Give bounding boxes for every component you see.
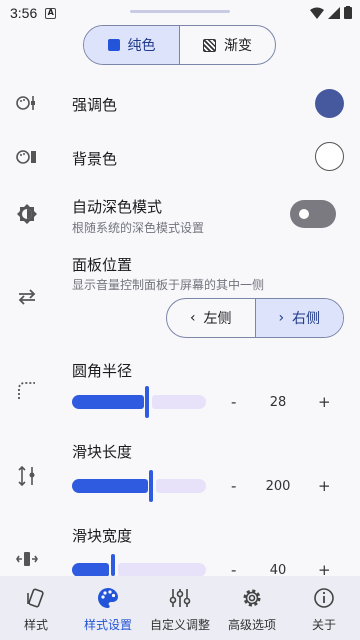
tab-gradient-label: 渐变: [224, 38, 252, 54]
nav-about-label: 关于: [311, 617, 336, 632]
nav-custom-adjust[interactable]: 自定义调整: [144, 576, 216, 640]
swap-arrows-icon: [16, 286, 38, 308]
slider-fill: [72, 479, 148, 493]
chevron-left-icon: ‹: [189, 310, 196, 326]
nav-style[interactable]: 样式: [0, 576, 72, 640]
slider-fill: [72, 563, 109, 577]
status-bar: 3:56 A: [0, 0, 360, 26]
palette-fill-icon: [16, 146, 38, 168]
left-side-button[interactable]: ‹ 左侧: [167, 299, 256, 337]
gradient-icon: [203, 38, 216, 52]
nav-advanced-label: 高级选项: [227, 617, 276, 632]
dark-mode-switch[interactable]: [290, 200, 336, 228]
gear-icon: [228, 584, 276, 612]
panel-position-sub: 显示音量控制面板于屏幕的其中一侧: [72, 278, 265, 292]
battery-icon: [344, 6, 352, 19]
nav-about[interactable]: 关于: [288, 576, 360, 640]
slider-track: [118, 563, 206, 577]
tab-solid-label: 纯色: [127, 38, 156, 54]
scroll-indicator: [130, 10, 230, 13]
bottom-navigation: 样式 样式设置 自定义调整 高级选项 关于: [0, 576, 360, 640]
slider-thumb[interactable]: [149, 470, 153, 502]
corner-radius-label: 圆角半径: [72, 362, 133, 380]
nav-advanced[interactable]: 高级选项: [216, 576, 288, 640]
signal-icon: [328, 6, 340, 19]
panel-position-label: 面板位置: [72, 256, 133, 274]
palette-icon: [84, 584, 132, 612]
slider-length-minus[interactable]: -: [231, 477, 236, 495]
background-color-label: 背景色: [72, 150, 118, 168]
nav-style-settings[interactable]: 样式设置: [72, 576, 144, 640]
palette-slider-icon: [16, 92, 38, 114]
background-color-swatch[interactable]: [315, 142, 344, 171]
corner-radius-minus[interactable]: -: [231, 393, 236, 411]
width-icon: [16, 548, 38, 570]
chevron-right-icon: ›: [278, 310, 285, 326]
corner-radius-value: 28: [269, 395, 287, 410]
dark-mode-label: 自动深色模式: [72, 198, 163, 216]
nav-style-label: 样式: [23, 617, 48, 632]
slider-track: [156, 479, 206, 493]
length-icon: [16, 465, 38, 487]
accent-color-swatch[interactable]: [315, 89, 344, 118]
brightness-icon: [16, 203, 38, 225]
style-icon: [12, 584, 60, 612]
switch-knob: [296, 206, 312, 222]
slider-length-plus[interactable]: +: [318, 477, 331, 495]
corner-radius-plus[interactable]: +: [318, 393, 331, 411]
tune-icon: [156, 584, 204, 612]
status-time: 3:56: [10, 5, 38, 21]
slider-width-label: 滑块宽度: [72, 527, 133, 545]
panel-side-toggle: ‹ 左侧 › 右侧: [166, 298, 344, 338]
left-side-label: 左侧: [203, 311, 232, 327]
right-side-button[interactable]: › 右侧: [255, 299, 343, 337]
accent-color-label: 强调色: [72, 96, 118, 114]
slider-fill: [72, 395, 144, 409]
notification-icon: A: [45, 7, 57, 19]
tab-gradient[interactable]: 渐变: [180, 26, 275, 64]
rounded-corner-icon: [16, 380, 38, 402]
dark-mode-sub: 根随系统的深色模式设置: [72, 221, 205, 235]
slider-thumb[interactable]: [145, 386, 149, 418]
slider-length-label: 滑块长度: [72, 443, 133, 461]
nav-style-settings-label: 样式设置: [83, 617, 132, 632]
color-mode-toggle: 纯色 渐变: [83, 25, 276, 65]
nav-custom-adjust-label: 自定义调整: [149, 617, 210, 632]
status-icons: [310, 6, 352, 19]
info-icon: [300, 584, 348, 612]
tab-solid-color[interactable]: 纯色: [84, 26, 180, 64]
solid-square-icon: [107, 39, 120, 51]
wifi-icon: [310, 7, 324, 19]
slider-thumb[interactable]: [111, 554, 115, 576]
right-side-label: 右侧: [292, 311, 321, 327]
slider-length-value: 200: [265, 479, 291, 494]
slider-track: [152, 395, 206, 409]
